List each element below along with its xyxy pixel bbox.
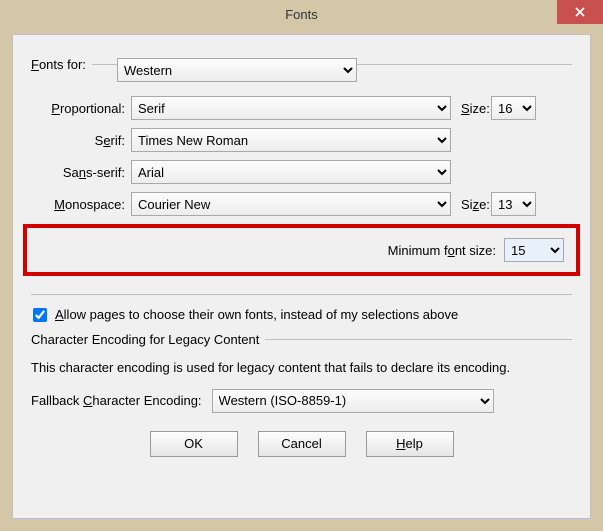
prop-size-select[interactable]: 16 bbox=[491, 96, 536, 120]
ok-button[interactable]: OK bbox=[150, 431, 238, 457]
client-area: Fonts for: Western Proportional: Serif S… bbox=[12, 34, 591, 519]
allow-pages-label: Allow pages to choose their own fonts, i… bbox=[55, 307, 458, 322]
proportional-label: Proportional: bbox=[31, 101, 131, 116]
proportional-select[interactable]: Serif bbox=[131, 96, 451, 120]
title-bar: Fonts bbox=[0, 0, 603, 30]
help-button[interactable]: Help bbox=[366, 431, 454, 457]
close-icon bbox=[575, 7, 585, 17]
fonts-for-select[interactable]: Western bbox=[117, 58, 357, 82]
fallback-enc-label: Fallback Character Encoding: bbox=[31, 393, 202, 408]
min-font-size-select[interactable]: 15 bbox=[504, 238, 564, 262]
fallback-enc-select[interactable]: Western (ISO-8859-1) bbox=[212, 389, 494, 413]
serif-select[interactable]: Times New Roman bbox=[131, 128, 451, 152]
sans-serif-label: Sans-serif: bbox=[31, 165, 131, 180]
cancel-button[interactable]: Cancel bbox=[258, 431, 346, 457]
encoding-legend: Character Encoding for Legacy Content bbox=[31, 332, 265, 347]
separator bbox=[31, 294, 572, 295]
mono-size-label: Size: bbox=[451, 197, 491, 212]
close-button[interactable] bbox=[557, 0, 603, 24]
monospace-select[interactable]: Courier New bbox=[131, 192, 451, 216]
mono-size-select[interactable]: 13 bbox=[491, 192, 536, 216]
fonts-for-label: Fonts for: bbox=[31, 57, 92, 72]
prop-size-label: Size: bbox=[451, 101, 491, 116]
serif-label: Serif: bbox=[31, 133, 131, 148]
window-title: Fonts bbox=[285, 0, 318, 30]
encoding-group: Character Encoding for Legacy Content Th… bbox=[31, 332, 572, 421]
fonts-dialog: Fonts Fonts for: Western Proportional: S… bbox=[0, 0, 603, 531]
fonts-for-group: Fonts for: Western bbox=[31, 57, 572, 82]
allow-pages-checkbox[interactable] bbox=[33, 308, 47, 322]
min-font-size-label: Minimum font size: bbox=[388, 243, 496, 258]
button-bar: OK Cancel Help bbox=[31, 421, 572, 461]
sans-serif-select[interactable]: Arial bbox=[131, 160, 451, 184]
monospace-label: Monospace: bbox=[31, 197, 131, 212]
encoding-description: This character encoding is used for lega… bbox=[31, 359, 572, 377]
min-font-highlight: Minimum font size: 15 bbox=[23, 224, 580, 276]
